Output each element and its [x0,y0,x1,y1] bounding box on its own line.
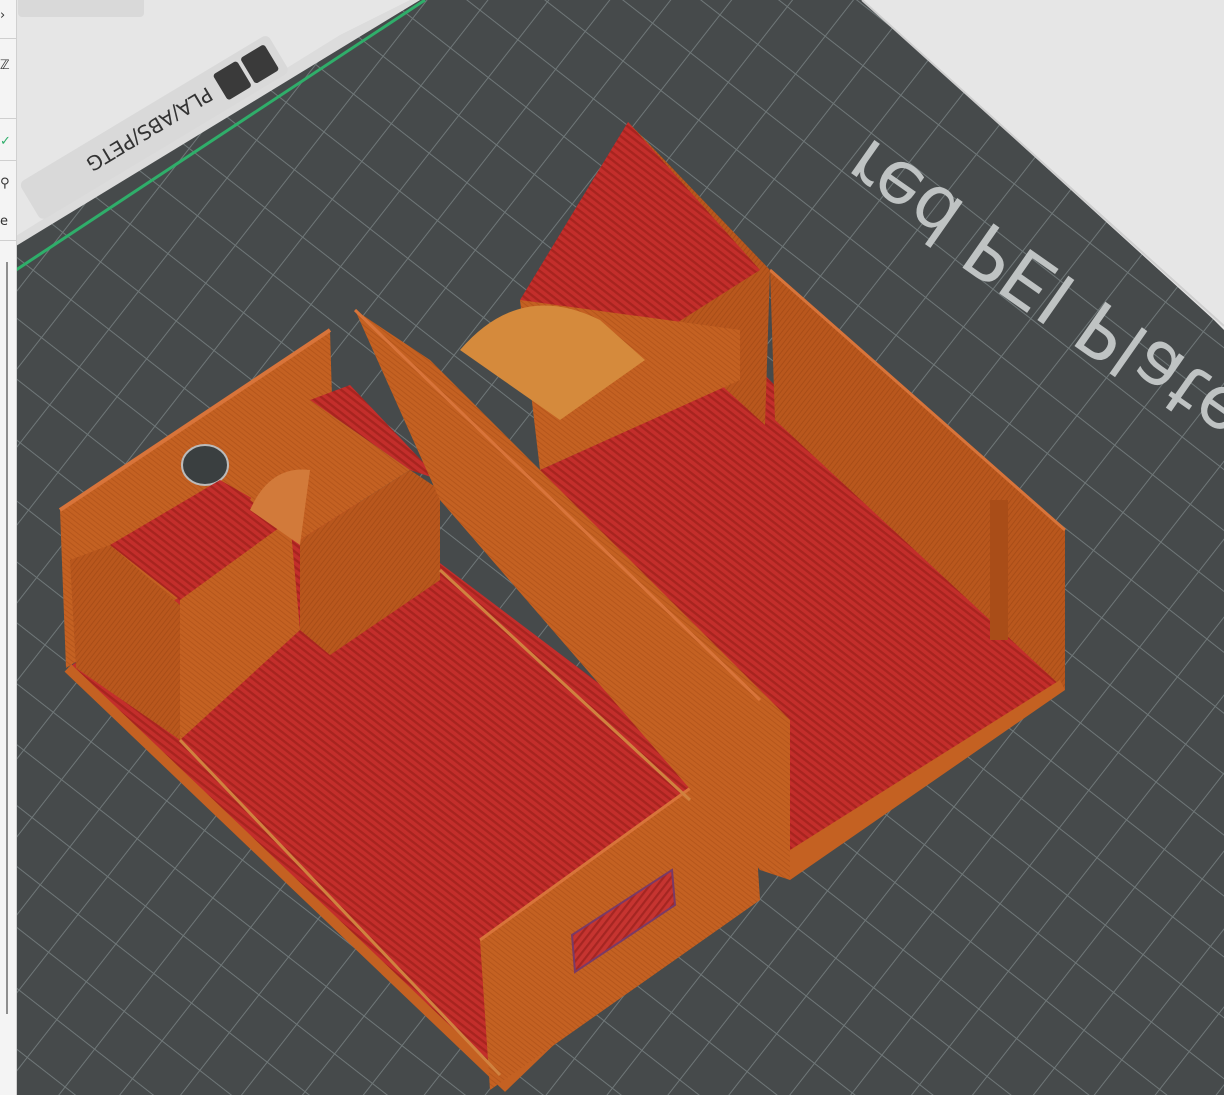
zoom-icon[interactable]: ⚲ [0,176,16,192]
left-toolbar: › ℤ ✓ ⚲ e [0,0,17,1095]
3d-preview-canvas[interactable]: PLA/ABS/PETG red PEI Plate [0,0,1224,1095]
toolbar-scrollbar[interactable] [6,262,8,1014]
toolbar-divider [0,38,16,39]
expand-icon[interactable]: › [0,8,16,24]
toolbar-divider [0,118,16,119]
left-wall-hole [181,444,229,486]
toolbar-divider [0,160,16,161]
text-icon[interactable]: e [0,214,16,230]
viewport[interactable]: PLA/ABS/PETG red PEI Plate › ℤ ✓ ⚲ e [0,0,1224,1095]
toolbar-divider [0,240,16,241]
check-icon[interactable]: ✓ [0,134,16,150]
move-icon[interactable]: ℤ [0,58,16,74]
viewport-tab[interactable] [18,0,144,17]
